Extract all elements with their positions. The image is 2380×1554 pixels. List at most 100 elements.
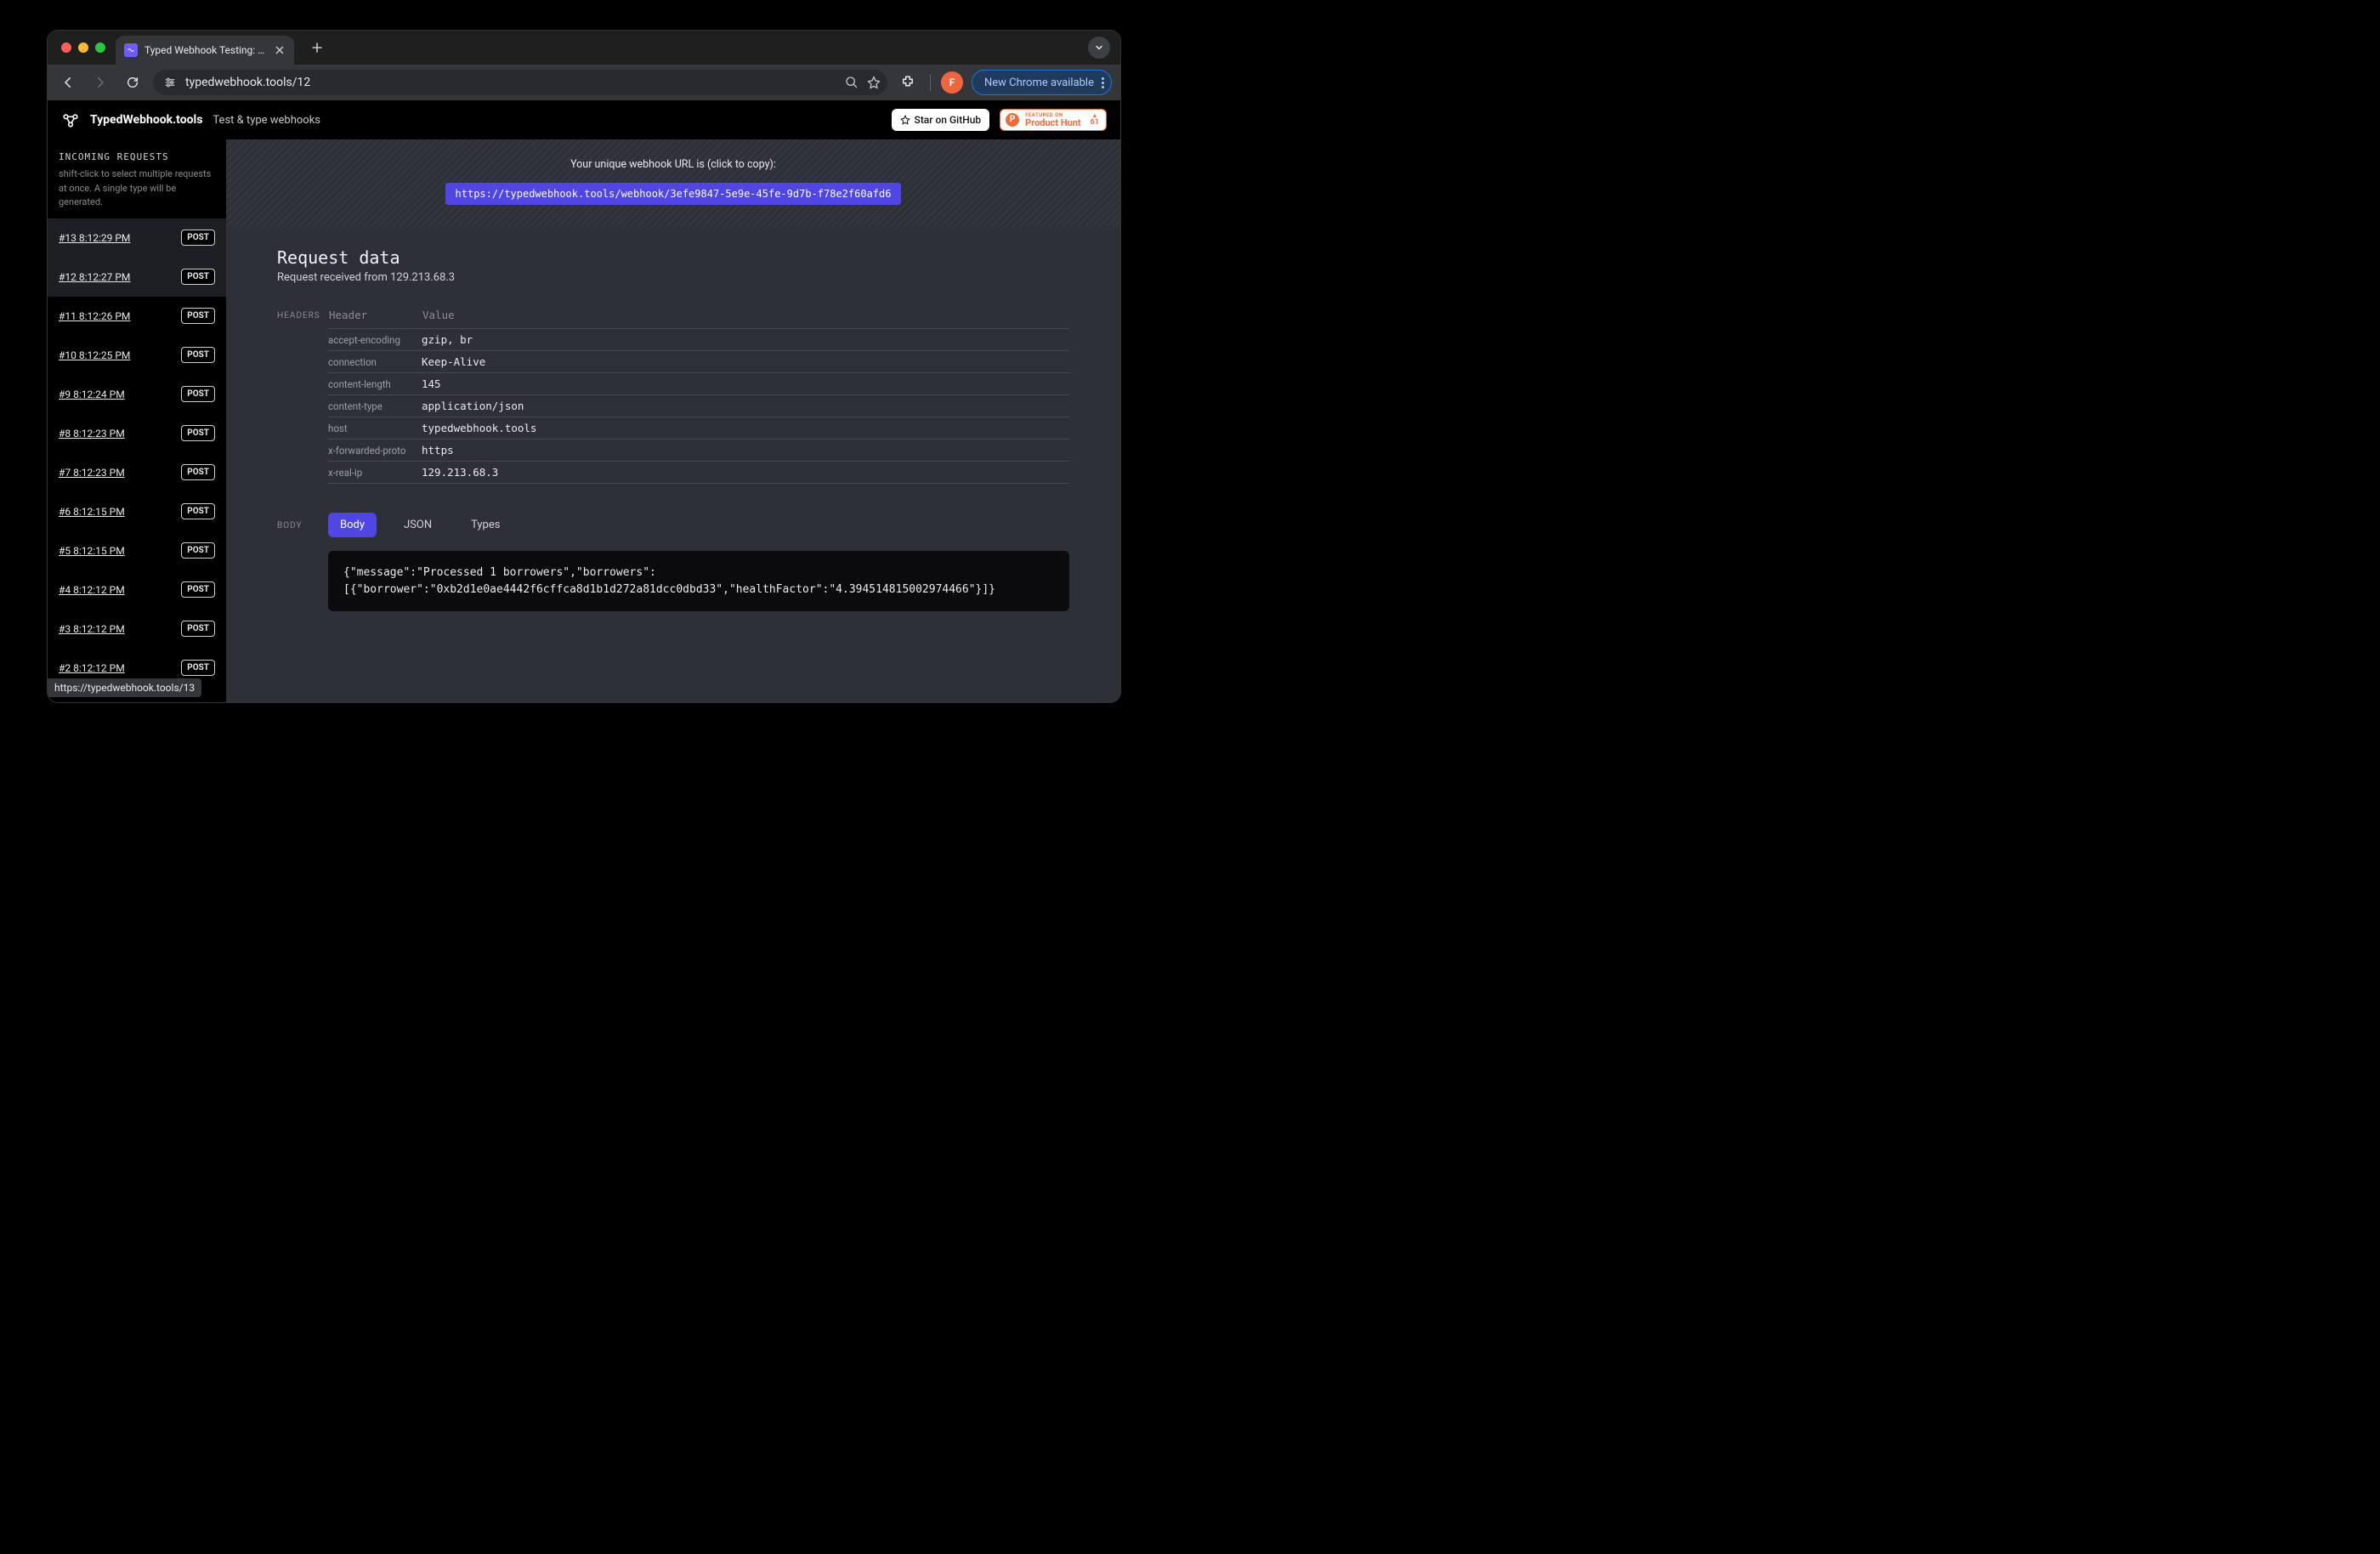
request-item[interactable]: #7 8:12:23 PM POST	[48, 453, 226, 492]
webhook-url[interactable]: https://typedwebhook.tools/webhook/3efe9…	[445, 183, 902, 205]
new-tab-button[interactable]	[306, 37, 328, 59]
header-name: content-length	[328, 373, 422, 395]
header-value: Keep-Alive	[422, 351, 1069, 373]
headers-table: Header Value accept-encodinggzip, brconn…	[328, 308, 1069, 484]
app-title: TypedWebhook.tools	[90, 113, 202, 127]
header-value: 129.213.68.3	[422, 462, 1069, 484]
request-method-badge: POST	[181, 464, 215, 480]
sidebar-title: INCOMING REQUESTS	[59, 151, 215, 162]
app-body: INCOMING REQUESTS shift-click to select …	[48, 139, 1120, 702]
tab-close-button[interactable]	[274, 44, 286, 56]
header-name: connection	[328, 351, 422, 373]
address-bar[interactable]: typedwebhook.tools/12	[153, 70, 887, 95]
window-maximize-button[interactable]	[95, 43, 105, 53]
window-controls	[54, 43, 109, 53]
body-tab-body[interactable]: Body	[328, 513, 377, 537]
request-item-label: #12 8:12:27 PM	[59, 271, 130, 283]
window-minimize-button[interactable]	[78, 43, 88, 53]
request-item[interactable]: #10 8:12:25 PM POST	[48, 336, 226, 375]
chrome-update-label: New Chrome available	[984, 77, 1094, 89]
headers-section: HEADERS Header Value accep	[277, 308, 1069, 484]
app: TypedWebhook.tools Test & type webhooks …	[48, 100, 1120, 702]
request-item[interactable]: #6 8:12:15 PM POST	[48, 492, 226, 531]
github-star-button[interactable]: Star on GitHub	[892, 109, 990, 131]
request-method-badge: POST	[181, 542, 215, 559]
window-close-button[interactable]	[61, 43, 71, 53]
tab-title: Typed Webhook Testing: a to…	[144, 44, 267, 56]
request-item[interactable]: #5 8:12:15 PM POST	[48, 531, 226, 570]
table-row: x-forwarded-protohttps	[328, 440, 1069, 462]
tab-strip: Typed Webhook Testing: a to…	[48, 31, 1120, 65]
extensions-icon[interactable]	[896, 71, 920, 94]
request-method-badge: POST	[181, 660, 215, 676]
request-item[interactable]: #11 8:12:26 PMPOST	[48, 297, 226, 336]
body-tab-types[interactable]: Types	[459, 513, 512, 537]
headers-th-value: Value	[422, 308, 1069, 329]
request-item[interactable]: #12 8:12:27 PM POST	[48, 258, 226, 297]
request-detail: Request data Request received from 129.2…	[226, 227, 1120, 645]
product-hunt-line2: Product Hunt	[1025, 118, 1081, 128]
desktop: Typed Webhook Testing: a to…	[0, 0, 1190, 777]
table-row: hosttypedwebhook.tools	[328, 417, 1069, 440]
header-value: typedwebhook.tools	[422, 417, 1069, 440]
header-value: https	[422, 440, 1069, 462]
request-title: Request data	[277, 247, 1069, 268]
request-list: #13 8:12:29 PMPOST #12 8:12:27 PM POST #11 …	[48, 218, 226, 703]
product-hunt-button[interactable]: P FEATURED ON Product Hunt ▲ 61	[1000, 109, 1107, 131]
browser-toolbar: typedwebhook.tools/12 F New Chrome ava	[48, 65, 1120, 100]
request-item-label: #2 8:12:12 PM	[59, 662, 125, 674]
request-item-label: #10 8:12:25 PM	[59, 349, 130, 361]
request-method-badge: POST	[181, 347, 215, 363]
header-name: x-real-ip	[328, 462, 422, 484]
site-settings-icon[interactable]	[162, 74, 178, 91]
product-hunt-votes: ▲ 61	[1091, 113, 1099, 127]
more-menu-icon	[1099, 77, 1104, 88]
profile-avatar[interactable]: F	[941, 71, 963, 94]
request-subtitle: Request received from 129.213.68.3	[277, 271, 1069, 284]
request-item[interactable]: #8 8:12:23 PM POST	[48, 414, 226, 453]
request-item-label: #8 8:12:23 PM	[59, 428, 125, 440]
webhook-url-label: Your unique webhook URL is (click to cop…	[243, 158, 1103, 171]
bookmark-icon[interactable]	[867, 76, 881, 89]
address-bar-url: typedwebhook.tools/12	[185, 76, 310, 89]
request-item[interactable]: #13 8:12:29 PMPOST	[48, 218, 226, 258]
browser-window: Typed Webhook Testing: a to…	[48, 31, 1120, 702]
tab-favicon	[124, 43, 138, 57]
back-button[interactable]	[56, 71, 80, 94]
request-item-label: #5 8:12:15 PM	[59, 545, 125, 557]
request-method-badge: POST	[181, 269, 215, 285]
table-row: content-typeapplication/json	[328, 395, 1069, 417]
reload-button[interactable]	[121, 71, 144, 94]
browser-tab[interactable]: Typed Webhook Testing: a to…	[116, 36, 294, 65]
header-name: x-forwarded-proto	[328, 440, 422, 462]
request-item[interactable]: #4 8:12:12 PMPOST	[48, 570, 226, 610]
request-item-label: #11 8:12:26 PM	[59, 310, 130, 322]
app-logo-icon	[61, 111, 80, 129]
headers-th-header: Header	[328, 308, 422, 329]
request-item-label: #9 8:12:24 PM	[59, 388, 125, 400]
header-value: gzip, br	[422, 329, 1069, 351]
product-hunt-text: FEATURED ON Product Hunt	[1025, 113, 1081, 128]
request-method-badge: POST	[181, 503, 215, 519]
forward-button[interactable]	[88, 71, 112, 94]
request-method-badge: POST	[181, 425, 215, 441]
request-item[interactable]: #3 8:12:12 PMPOST	[48, 610, 226, 649]
toolbar-separator	[930, 74, 931, 91]
header-name: host	[328, 417, 422, 440]
body-tab-json[interactable]: JSON	[392, 513, 444, 537]
header-value: 145	[422, 373, 1069, 395]
sidebar-help: shift-click to select multiple requests …	[59, 167, 215, 210]
zoom-icon[interactable]	[845, 76, 858, 89]
table-row: accept-encodinggzip, br	[328, 329, 1069, 351]
request-item[interactable]: #9 8:12:24 PMPOST	[48, 375, 226, 414]
product-hunt-icon: P	[1006, 113, 1019, 127]
body-label: BODY	[277, 513, 328, 611]
tab-dropdown-button[interactable]	[1088, 37, 1110, 59]
request-item-label: #6 8:12:15 PM	[59, 506, 125, 518]
request-item-label: #7 8:12:23 PM	[59, 467, 125, 479]
body-tabs: Body JSON Types	[328, 513, 1069, 537]
body-section: BODY BodyJSONTypes {"message":"Processed…	[277, 513, 1069, 611]
request-item-label: #4 8:12:12 PM	[59, 584, 125, 596]
header-name: content-type	[328, 395, 422, 417]
chrome-update-button[interactable]: New Chrome available	[972, 70, 1112, 95]
